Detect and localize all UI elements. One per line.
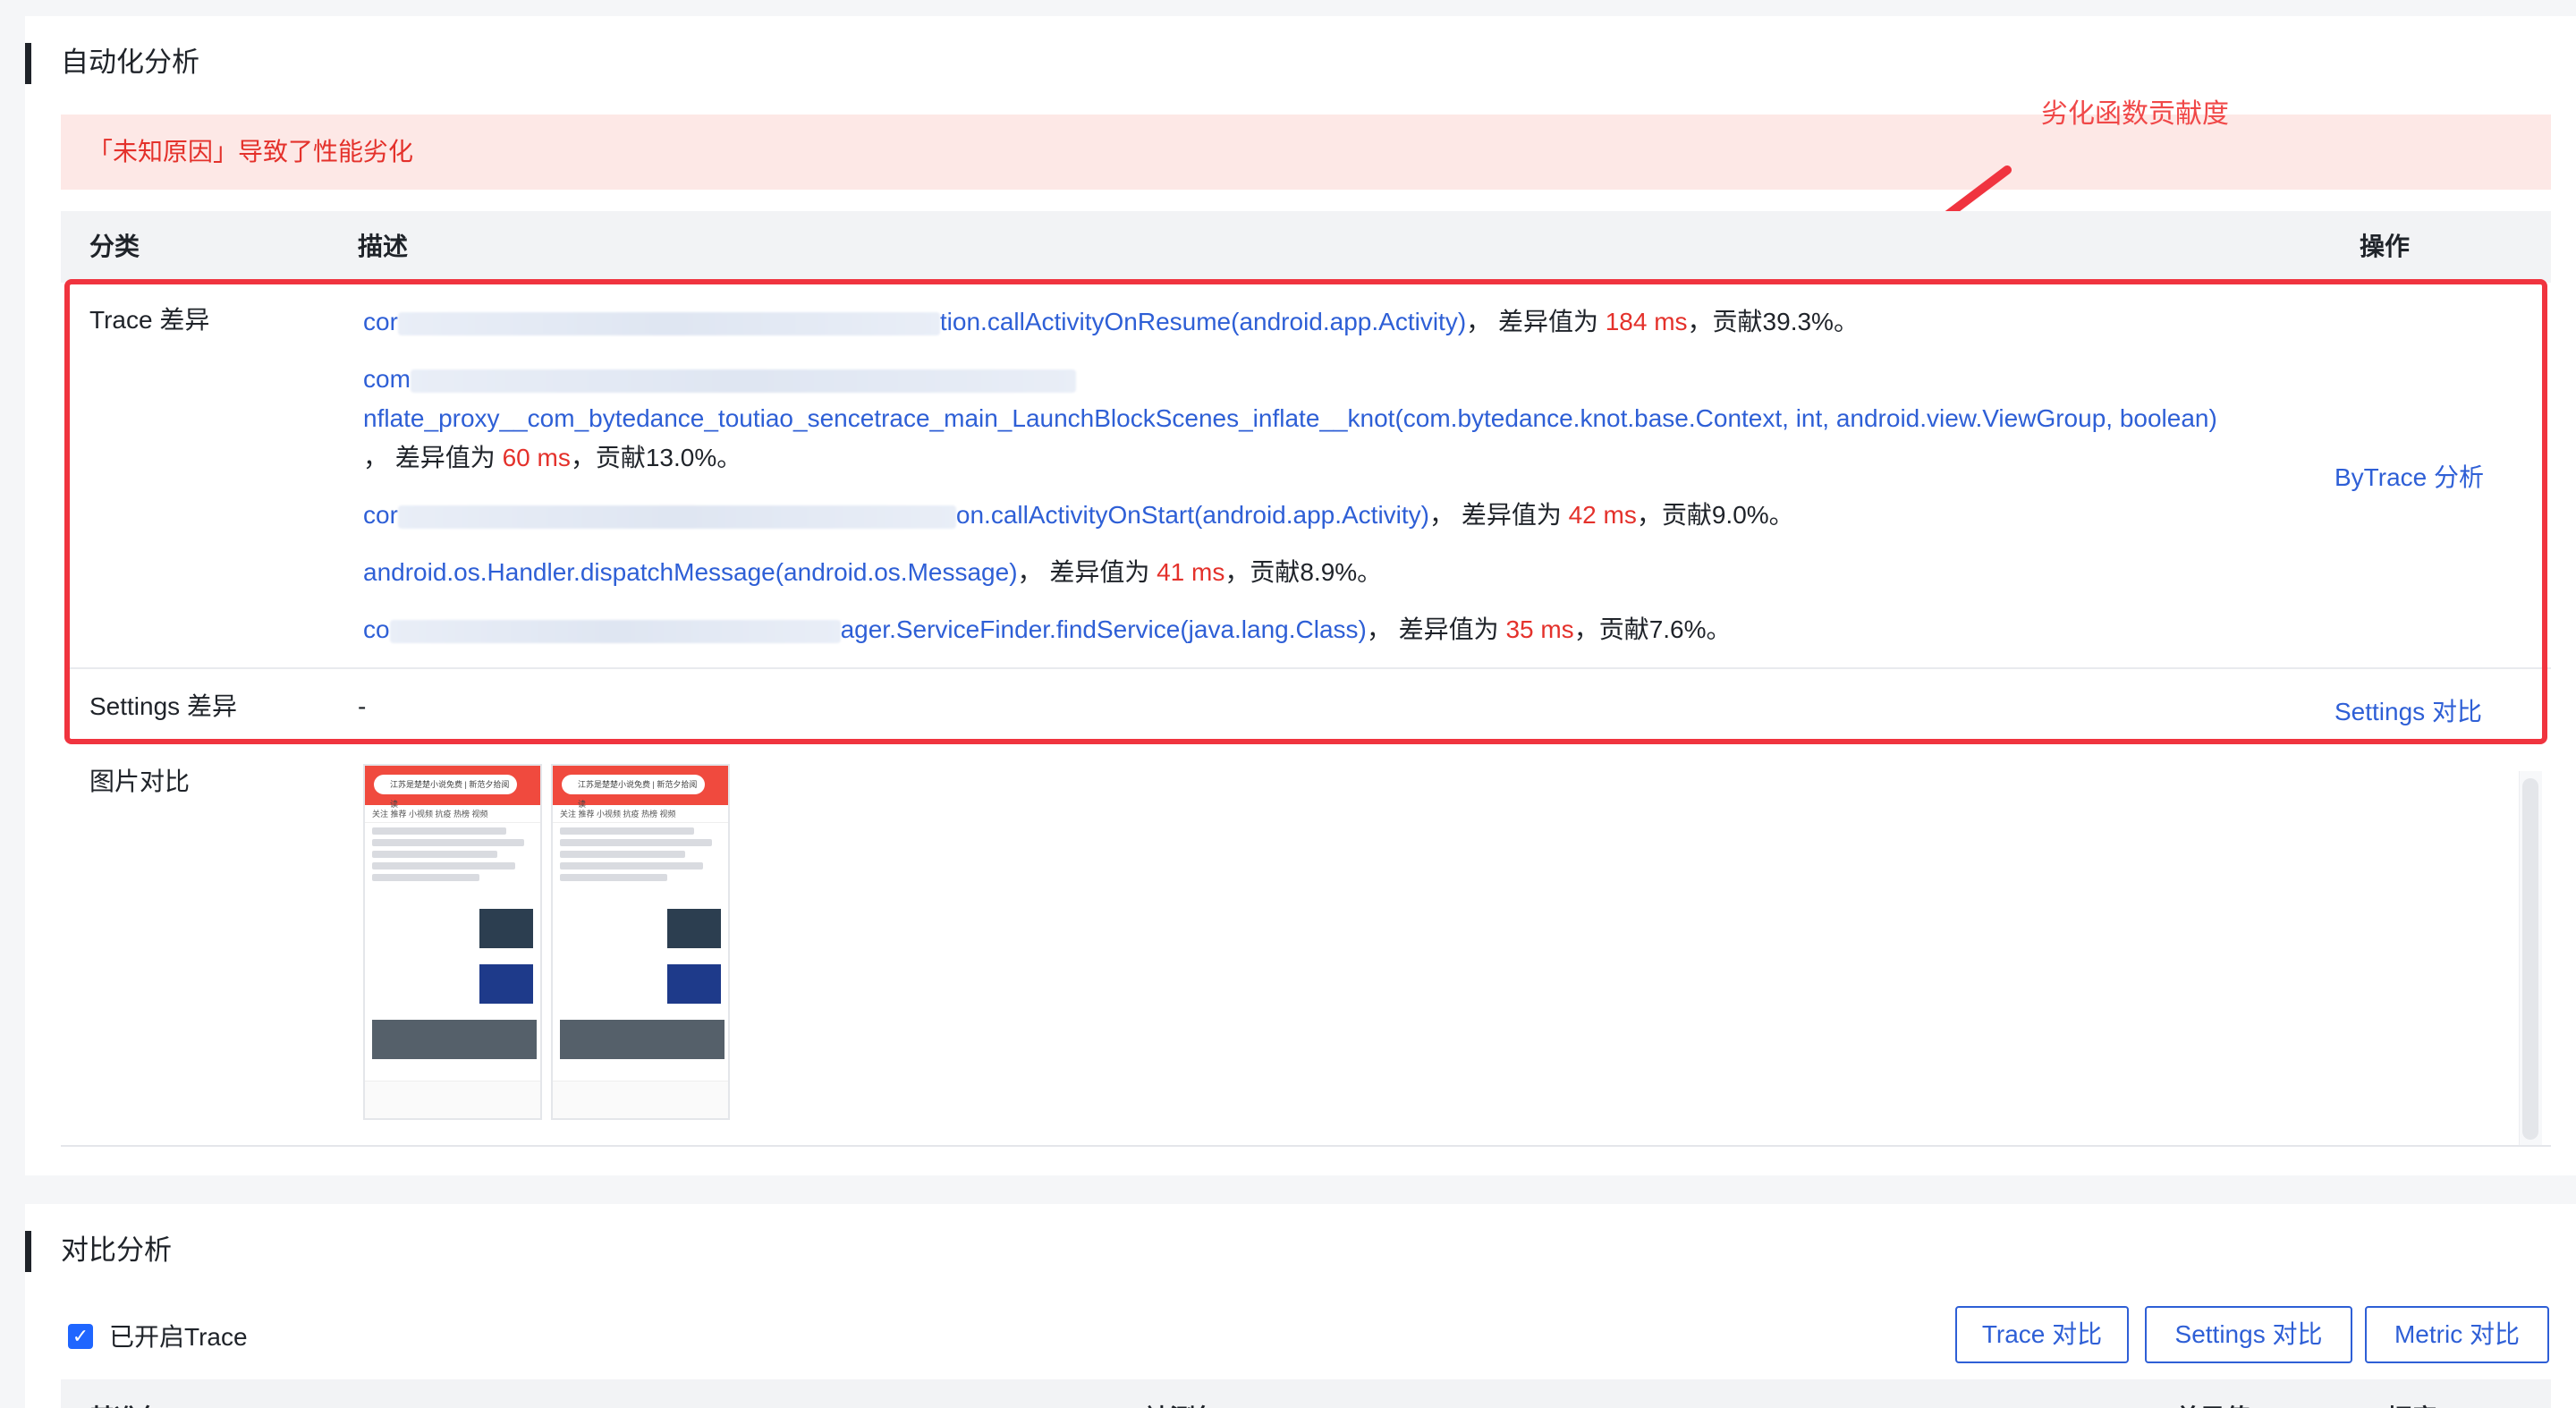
phone-search-bar: 江苏是楚楚小说免费 | 新范夕拾阅读 xyxy=(374,775,517,809)
diff-label: 差异值为 xyxy=(1398,615,1506,643)
separator: ， xyxy=(1017,558,1043,586)
compare-analysis-card: 对比分析 ✓ 已开启Trace Trace 对比 Settings 对比 Met… xyxy=(25,1204,2576,1408)
settings-diff-category: Settings 差异 xyxy=(89,692,237,720)
trace-item: co ager.ServiceFinder.findService(java.la… xyxy=(363,610,2304,649)
diff-value: 41 ms xyxy=(1157,558,1225,586)
col-action: 操作 xyxy=(2360,233,2411,260)
trace-item: cor tion.callActivityOnResume(android.app… xyxy=(363,302,2304,342)
separator: ， xyxy=(363,444,389,471)
redacted-text xyxy=(397,311,940,335)
trace-item: cor on.callActivityOnStart(android.app.Ac… xyxy=(363,496,2304,535)
diff-label: 差异值为 xyxy=(1497,308,1606,335)
settings-compare-button[interactable]: Settings 对比 xyxy=(2145,1306,2352,1363)
trace-diff-category: Trace 差异 xyxy=(89,306,210,334)
table-bottom-border xyxy=(61,1145,2551,1147)
trace-enabled-label[interactable]: 已开启Trace xyxy=(109,1320,248,1354)
contribution: ，贡献13.0%。 xyxy=(570,444,742,471)
redacted-text xyxy=(410,369,1076,393)
auto-analysis-card: 自动化分析 「未知原因」导致了性能劣化 劣化函数贡献度 分类 描述 操作 Tra… xyxy=(25,16,2576,1175)
annotation-label: 劣化函数贡献度 xyxy=(2041,99,2229,129)
trace-enabled-checkbox[interactable]: ✓ xyxy=(68,1324,93,1349)
trace-item: android.os.Handler.dispatchMessage(andro… xyxy=(363,553,2304,592)
separator: ， xyxy=(1366,615,1392,643)
auto-analysis-title: 自动化分析 xyxy=(25,41,199,84)
trace-fn-prefix[interactable]: cor xyxy=(363,308,398,335)
test-screenshot[interactable]: 江苏是楚楚小说免费 | 新范夕拾阅读 关注 推荐 小视频 抗疫 热榜 视频 xyxy=(551,764,730,1120)
redacted-text xyxy=(397,505,956,529)
compare-table-header: 基准包(ms) 被测包(ms) 差异值(ms) 幅度(ms) xyxy=(61,1379,2551,1408)
redacted-text xyxy=(389,619,841,643)
col-test: 被测包(ms) xyxy=(1145,1399,1273,1408)
diff-value: 35 ms xyxy=(1505,615,1574,643)
trace-fn-link[interactable]: on.callActivityOnStart(android.app.Activ… xyxy=(956,501,1429,529)
separator: ， xyxy=(1466,308,1492,335)
diff-label: 差异值为 xyxy=(1049,558,1157,586)
metric-compare-button[interactable]: Metric 对比 xyxy=(2365,1306,2549,1363)
col-base: 基准包(ms) xyxy=(89,1399,217,1408)
col-rate: 幅度(ms) xyxy=(2386,1399,2489,1408)
trace-fn-prefix[interactable]: cor xyxy=(363,501,398,529)
contribution: ，贡献9.0%。 xyxy=(1636,501,1794,529)
trace-fn-link[interactable]: ager.ServiceFinder.findService(java.lang… xyxy=(841,615,1367,643)
trace-fn-prefix[interactable]: co xyxy=(363,615,390,643)
image-scrollbar[interactable] xyxy=(2522,778,2538,1140)
diff-value: 60 ms xyxy=(502,444,571,471)
contribution: ，贡献8.9%。 xyxy=(1224,558,1383,586)
contribution: ，贡献7.6%。 xyxy=(1573,615,1732,643)
diff-label: 差异值为 xyxy=(394,444,503,471)
col-description: 描述 xyxy=(358,233,409,260)
col-diff: 差异值(ms) xyxy=(2175,1399,2303,1408)
trace-fn-link[interactable]: nflate_proxy__com_bytedance_toutiao_senc… xyxy=(363,404,2217,432)
phone-search-bar: 江苏是楚楚小说免费 | 新范夕拾阅读 xyxy=(562,775,705,809)
separator: ， xyxy=(1429,501,1455,529)
diff-value: 42 ms xyxy=(1568,501,1637,529)
col-category: 分类 xyxy=(89,233,140,260)
image-compare-category: 图片对比 xyxy=(89,768,191,795)
diff-value: 184 ms xyxy=(1605,308,1688,335)
base-screenshot[interactable]: 江苏是楚楚小说免费 | 新范夕拾阅读 关注 推荐 小视频 抗疫 热榜 视频 xyxy=(363,764,542,1120)
trace-fn-link[interactable]: android.os.Handler.dispatchMessage(andro… xyxy=(363,558,1018,586)
settings-diff-value: - xyxy=(358,692,367,720)
trace-fn-link[interactable]: tion.callActivityOnResume(android.app.Ac… xyxy=(940,308,1466,335)
trace-compare-button[interactable]: Trace 对比 xyxy=(1955,1306,2129,1363)
bytrace-analysis-link[interactable]: ByTrace 分析 xyxy=(2334,458,2484,494)
row-divider xyxy=(64,667,2551,669)
settings-compare-link[interactable]: Settings 对比 xyxy=(2334,692,2482,728)
trace-diff-list: cor tion.callActivityOnResume(android.app… xyxy=(363,302,2304,667)
analysis-table-header: 分类 描述 操作 xyxy=(61,211,2551,283)
trace-fn-prefix[interactable]: com xyxy=(363,365,411,393)
compare-analysis-title: 对比分析 xyxy=(25,1229,172,1272)
diff-label: 差异值为 xyxy=(1461,501,1569,529)
contribution: ，贡献39.3%。 xyxy=(1687,308,1859,335)
trace-item: com nflate_proxy__com_bytedance_toutiao_s… xyxy=(363,360,2304,478)
